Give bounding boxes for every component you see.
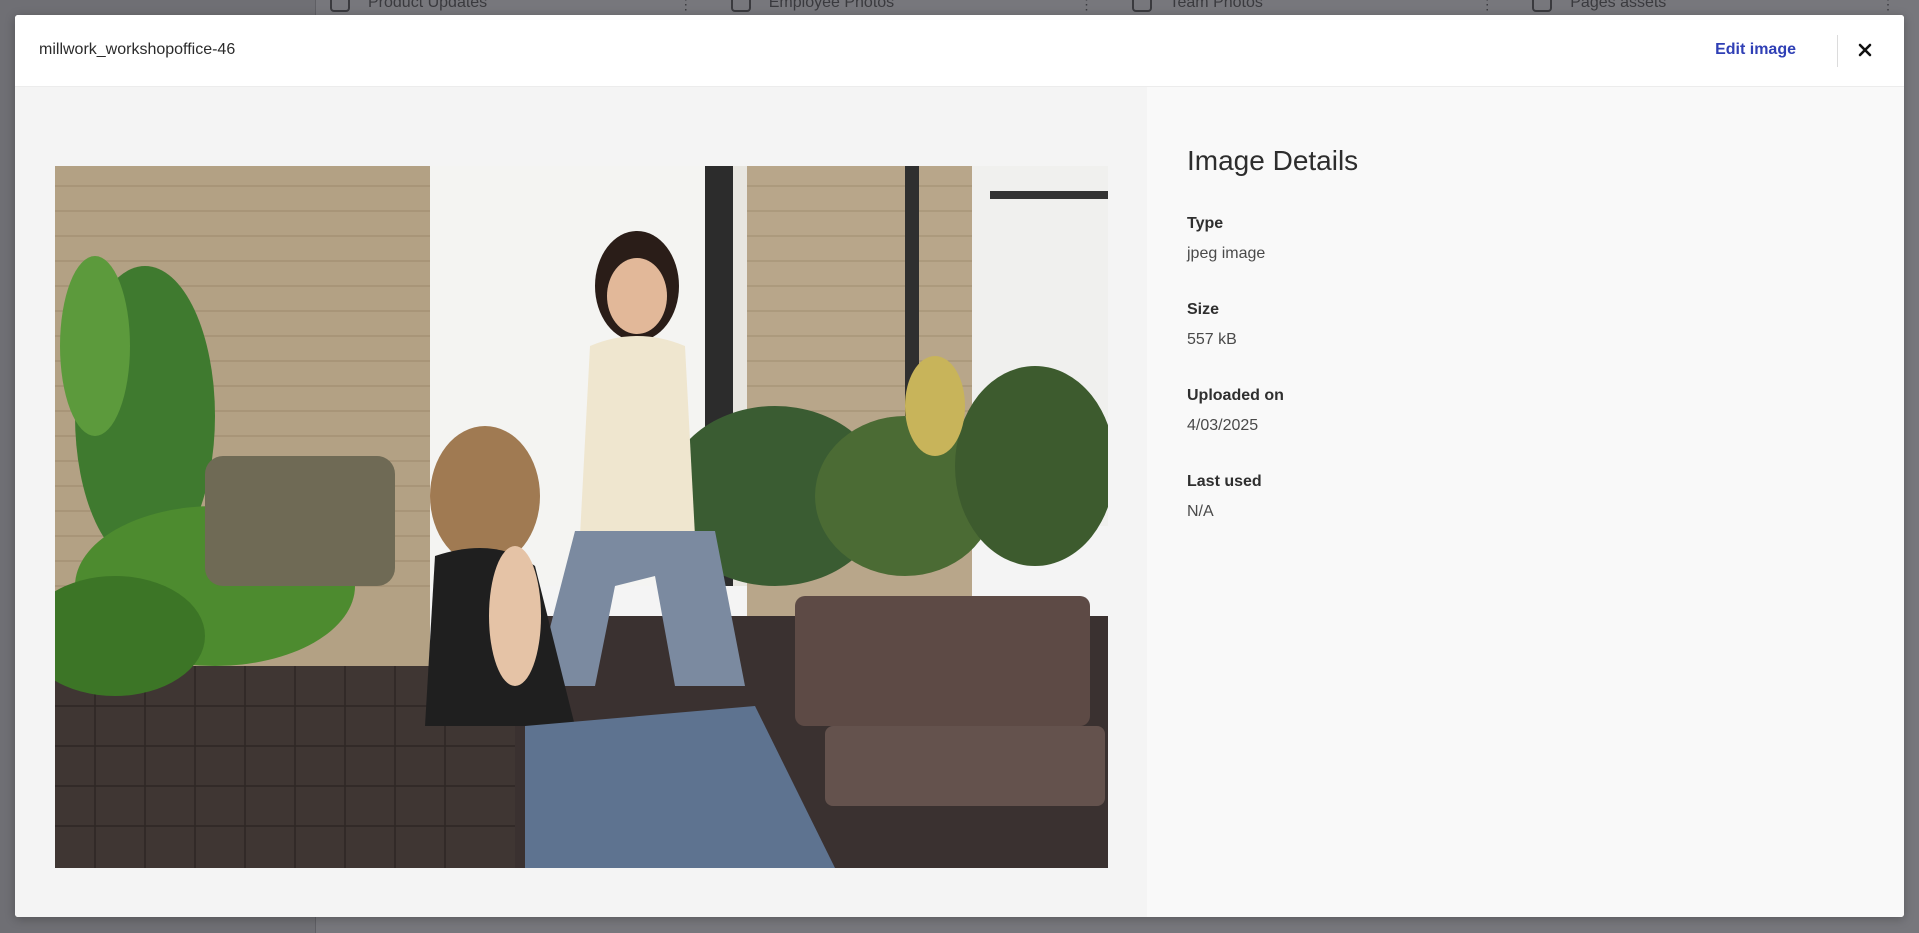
folder-checkbox[interactable] xyxy=(730,0,751,12)
image-details-pane: Image Details Type jpeg image Size 557 k… xyxy=(1147,87,1904,917)
edit-image-button[interactable]: Edit image xyxy=(1715,41,1796,59)
background-folder-item: Team Photos ⋮ xyxy=(1118,0,1519,14)
detail-size: Size 557 kB xyxy=(1187,301,1237,349)
kebab-icon[interactable]: ⋮ xyxy=(1480,0,1494,13)
detail-type: Type jpeg image xyxy=(1187,215,1265,263)
detail-last-used-label: Last used xyxy=(1187,473,1262,490)
kebab-icon[interactable]: ⋮ xyxy=(1080,0,1094,13)
background-folder-item: Pages assets ⋮ xyxy=(1518,0,1919,14)
background-folder-item: Product Updates ⋮ xyxy=(316,0,717,14)
modal-header: millwork_workshopoffice-46 Edit image xyxy=(15,15,1904,87)
detail-uploaded-label: Uploaded on xyxy=(1187,387,1284,404)
image-details-modal: millwork_workshopoffice-46 Edit image Im… xyxy=(15,15,1904,917)
kebab-icon[interactable]: ⋮ xyxy=(679,0,693,13)
image-preview-pane xyxy=(15,87,1147,917)
header-divider xyxy=(1837,35,1838,67)
folder-label: Employee Photos xyxy=(768,0,895,11)
detail-type-value: jpeg image xyxy=(1187,245,1266,262)
folder-checkbox[interactable] xyxy=(1131,0,1152,12)
detail-size-value: 557 kB xyxy=(1187,331,1237,348)
folder-checkbox[interactable] xyxy=(1532,0,1553,12)
image-preview xyxy=(55,166,1108,868)
modal-title: millwork_workshopoffice-46 xyxy=(39,41,236,58)
detail-uploaded: Uploaded on 4/03/2025 xyxy=(1187,387,1284,435)
kebab-icon[interactable]: ⋮ xyxy=(1881,0,1895,13)
folder-label: Team Photos xyxy=(1169,0,1263,11)
close-icon xyxy=(1858,43,1872,57)
close-button[interactable] xyxy=(1852,37,1878,63)
detail-last-used-value: N/A xyxy=(1187,503,1214,520)
details-heading: Image Details xyxy=(1187,145,1359,176)
detail-size-label: Size xyxy=(1187,301,1220,318)
background-folder-row: Product Updates ⋮ Employee Photos ⋮ Team… xyxy=(316,0,1919,14)
folder-label: Pages assets xyxy=(1570,0,1667,11)
photo-illustration xyxy=(55,166,1108,868)
background-folder-item: Employee Photos ⋮ xyxy=(717,0,1118,14)
detail-uploaded-value: 4/03/2025 xyxy=(1187,417,1259,434)
folder-label: Product Updates xyxy=(368,0,488,11)
detail-type-label: Type xyxy=(1187,215,1224,232)
detail-last-used: Last used N/A xyxy=(1187,473,1262,521)
folder-checkbox[interactable] xyxy=(330,0,350,12)
